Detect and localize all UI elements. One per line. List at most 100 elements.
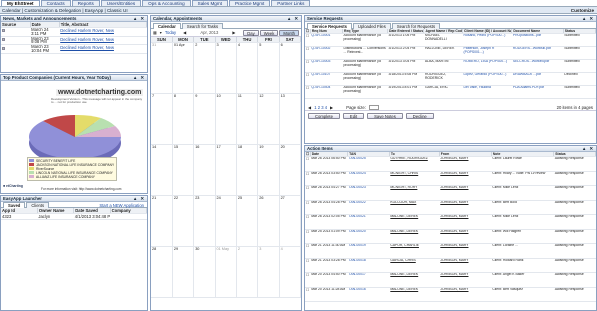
tab-clients[interactable]: Clients xyxy=(26,202,50,208)
table-row[interactable]: ☐ Q-SR-10003 Account Maintenance (id proce… xyxy=(305,59,596,73)
calendar-day[interactable]: 30 xyxy=(193,246,216,298)
nav-tab[interactable]: Ops & Accounting xyxy=(142,0,191,6)
calendar-day[interactable]: 26 xyxy=(257,195,280,247)
table-cell[interactable]: TAN-00020 xyxy=(347,229,390,244)
calendar-day[interactable]: 28 xyxy=(151,246,173,298)
table-row[interactable]: ☐ Mar 26 2013 06:50 PM TAN-00025 GUTHRIE, R… xyxy=(305,156,596,172)
panel-controls[interactable]: ▲ ✕ xyxy=(287,16,299,22)
table-row[interactable]: ☐ Q-SR-10002 Distributions ... Conversions… xyxy=(305,46,596,60)
calendar-day[interactable]: 20 xyxy=(279,144,301,196)
table-cell[interactable]: PROpositions...pdf xyxy=(511,33,564,47)
view-month-button[interactable]: Month xyxy=(279,29,299,36)
panel-controls[interactable]: ▲ ✕ xyxy=(133,16,145,22)
table-cell[interactable]: Q-SR-10003 xyxy=(310,59,343,73)
calendar-day[interactable]: 8 xyxy=(172,93,195,145)
page-size-select[interactable] xyxy=(368,104,379,110)
table-cell[interactable]: TAN-00016 xyxy=(347,287,390,302)
calendar-day[interactable]: 27 xyxy=(279,195,301,247)
table-cell[interactable]: TAN-00018 xyxy=(347,258,390,273)
table-row[interactable]: ☐ Mar 20 2013 04:50 PM TAN-00017 MALONE, DE… xyxy=(305,272,596,288)
calendar-day[interactable]: 01 Apr xyxy=(172,42,195,94)
calendar-day[interactable]: 10 xyxy=(215,93,237,145)
column-header[interactable]: Agent Name / Rep Code xyxy=(423,29,464,34)
table-row[interactable]: ☐ Mar 20 2013 11:28 AM TAN-00016 MALONE, DE… xyxy=(305,287,596,302)
table-row[interactable]: ☐ Mar 21 2013 03:28 PM TAN-00018 GARCIA, CH… xyxy=(305,258,596,273)
pager-next-icon[interactable]: ▶ xyxy=(330,105,333,110)
panel-controls[interactable]: ▲ ✕ xyxy=(582,146,594,152)
news-row[interactable]: March 24 3:11 PM Declined Harlem Rover, N… xyxy=(1,27,147,37)
table-row[interactable]: ☐ Mar 26 2013 02:05 PM TAN-00021 MALONE, DE… xyxy=(305,214,596,230)
calendar-day[interactable]: 9 xyxy=(193,93,216,145)
table-cell[interactable]: TAN-00019 xyxy=(347,243,390,259)
calendar-day[interactable]: 2 xyxy=(193,42,216,94)
calendar-day[interactable]: 25 xyxy=(236,195,259,247)
chevron-down-icon[interactable]: ▾ xyxy=(160,30,162,35)
table-cell[interactable]: TAN-00024 xyxy=(347,171,390,186)
calendar-day[interactable]: 14 xyxy=(151,144,173,196)
table-row[interactable]: ☐ Mar 25 2013 01:09 PM TAN-00020 MALONE, DE… xyxy=(305,229,596,244)
calendar-day[interactable]: 24 xyxy=(215,195,237,247)
view-day-button[interactable]: Day xyxy=(243,29,259,36)
table-cell[interactable]: Q-SR-10107 xyxy=(310,72,343,86)
table-row[interactable]: ☐ Mar 26 2013 04:28 PM TAN-00022 KOLCOUR, M… xyxy=(305,200,596,215)
tab-calendar[interactable]: Calendar xyxy=(153,23,181,29)
calendar-day[interactable]: 11 xyxy=(236,93,259,145)
table-cell[interactable]: Q-SR-10001 xyxy=(310,33,343,47)
view-week-button[interactable]: Week xyxy=(259,29,279,36)
calendar-day[interactable]: 01 May xyxy=(215,246,237,298)
calendar-day[interactable]: 21 xyxy=(151,195,173,247)
news-row[interactable]: March 23 9:08 PM Declined Harlem Rover, N… xyxy=(1,36,147,46)
decline-button[interactable]: Decline xyxy=(405,113,434,119)
table-cell[interactable]: TAN-00025 xyxy=(347,156,390,172)
next-month-icon[interactable]: ▶ xyxy=(232,30,235,35)
nav-tab[interactable]: Practice Mgmt xyxy=(228,0,271,6)
calendar-day[interactable]: 6 xyxy=(279,42,301,94)
calendar-day[interactable]: 18 xyxy=(236,144,259,196)
table-row[interactable]: 4323 Jaclyn 4/1/2013 3:04:48 PM xyxy=(1,213,147,220)
chart-more-info[interactable]: For more information visit: http://www.d… xyxy=(41,187,121,191)
nav-tab[interactable]: Reports xyxy=(71,0,100,6)
calendar-day[interactable]: 4 xyxy=(236,42,259,94)
calendar-day[interactable]: 5 xyxy=(257,42,280,94)
calendar-day[interactable]: 4 xyxy=(279,246,301,298)
calendar-day[interactable]: 29 xyxy=(172,246,195,298)
table-cell[interactable]: Q-SR-10002 xyxy=(310,46,343,60)
news-title[interactable]: Declined Harlem Rover, New xyxy=(59,36,147,46)
calendar-day[interactable]: 15 xyxy=(172,144,195,196)
calendar-day[interactable]: 12 xyxy=(257,93,280,145)
breadcrumb[interactable]: Calendar | Customization & Delegation | … xyxy=(0,7,597,14)
calendar-day[interactable]: 3 xyxy=(215,42,237,94)
today-button[interactable]: Today xyxy=(165,30,176,35)
tab-search-tasks[interactable]: Search for Tasks xyxy=(181,23,224,29)
table-cell[interactable]: RODGERS...Workfull.pdf xyxy=(511,46,564,60)
calendar-day[interactable]: 13 xyxy=(279,93,301,145)
calendar-day[interactable]: 22 xyxy=(172,195,195,247)
customize-link[interactable]: Customize xyxy=(571,8,594,13)
table-row[interactable]: ☐ Mar 26 2013 03:50 PM TAN-00024 MCNIGHT, C… xyxy=(305,171,596,186)
news-row[interactable]: March 23 10:04 PM Declined Harlem Rover, … xyxy=(1,44,147,54)
pager-page[interactable]: 1 2 3 4 xyxy=(314,105,327,110)
nav-tab[interactable]: My EhStreet xyxy=(1,0,40,6)
table-cell[interactable]: SELCROS...Worked.pdf xyxy=(511,59,564,73)
calendar-day[interactable]: 31 xyxy=(151,42,173,94)
column-header[interactable]: Date Entered / Status Date xyxy=(387,29,425,34)
pager-first-icon[interactable]: ◀ xyxy=(308,105,311,110)
prev-month-icon[interactable]: ◀ xyxy=(183,30,186,35)
table-cell[interactable]: TAN-00022 xyxy=(347,200,390,215)
tab-saved[interactable]: Saved xyxy=(3,202,26,208)
news-title[interactable]: Declined Harlem Rover, New xyxy=(59,44,147,54)
start-new-application-link[interactable]: Start a NEW Application xyxy=(99,203,144,208)
table-cell[interactable]: PDA Adams.PDF.pdf xyxy=(511,85,564,99)
table-row[interactable]: ☐ Mar 21 2013 11:30 AM TAN-00019 CAPOR, CHA… xyxy=(305,243,596,259)
calendar-day[interactable]: 19 xyxy=(257,144,280,196)
nav-tab[interactable]: Contacts xyxy=(40,0,71,6)
table-cell[interactable]: TAN-00017 xyxy=(347,272,390,288)
calendar-day[interactable]: 2 xyxy=(236,246,259,298)
calendar-day[interactable]: 23 xyxy=(193,195,216,247)
column-header[interactable]: Client Name (ID) / Account Number xyxy=(462,29,513,34)
table-row[interactable]: ☐ Q-SR-10404 Account Maintenance (id proce… xyxy=(305,85,596,99)
table-row[interactable]: ☐ Mar 26 2013 04:27 PM TAN-00023 MCNIGHT, R… xyxy=(305,185,596,201)
news-title[interactable]: Declined Harlem Rover, New xyxy=(59,27,147,37)
calendar-day[interactable]: 16 xyxy=(193,144,216,196)
table-cell[interactable]: Q-SR-10404 xyxy=(310,85,343,99)
